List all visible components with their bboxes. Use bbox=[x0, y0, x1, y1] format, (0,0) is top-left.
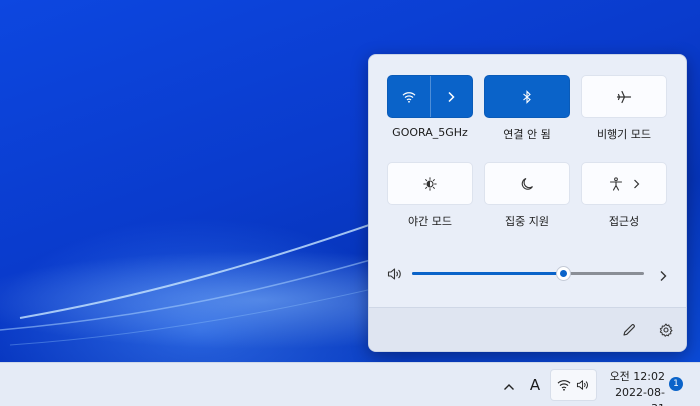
wifi-tile-label: GOORA_5GHz bbox=[392, 126, 468, 139]
show-hidden-icons-button[interactable] bbox=[499, 375, 519, 395]
audio-output-button[interactable] bbox=[659, 267, 667, 286]
pencil-icon[interactable] bbox=[622, 322, 636, 341]
wifi-networks-button[interactable] bbox=[431, 76, 473, 117]
chevron-right-icon bbox=[660, 271, 667, 281]
night-light-tile-label: 야간 모드 bbox=[408, 215, 452, 228]
chevron-right-icon bbox=[447, 91, 455, 103]
volume-slider[interactable] bbox=[412, 267, 644, 280]
bluetooth-tile-label: 연결 안 됨 bbox=[503, 128, 551, 141]
quick-settings-footer bbox=[369, 307, 686, 351]
speaker-icon bbox=[576, 376, 590, 395]
chevron-right-icon bbox=[633, 179, 640, 189]
network-volume-tray[interactable] bbox=[550, 369, 597, 401]
bluetooth-tile[interactable] bbox=[484, 75, 570, 118]
notification-badge[interactable]: 1 bbox=[669, 377, 683, 391]
taskbar: A 오전 12:02 2022-08-31 bbox=[0, 362, 700, 406]
accessibility-tile[interactable] bbox=[581, 162, 667, 205]
chevron-up-icon bbox=[503, 376, 515, 395]
airplane-mode-tile[interactable] bbox=[581, 75, 667, 118]
ime-indicator[interactable]: A bbox=[524, 374, 546, 396]
focus-assist-tile[interactable] bbox=[484, 162, 570, 205]
wifi-toggle[interactable] bbox=[388, 76, 430, 117]
taskbar-clock[interactable]: 오전 12:02 2022-08-31 bbox=[603, 369, 665, 406]
quick-settings-panel: GOORA_5GHz 연결 안 됨 비행기 모드 야간 모드 집중 지원 접근성 bbox=[368, 54, 687, 352]
bluetooth-icon bbox=[522, 89, 532, 104]
night-light-tile[interactable] bbox=[387, 162, 473, 205]
gear-icon[interactable] bbox=[659, 322, 673, 341]
speaker-icon[interactable] bbox=[387, 266, 403, 285]
wifi-icon bbox=[402, 91, 416, 103]
clock-date: 2022-08-31 bbox=[615, 386, 665, 406]
volume-slider-fill bbox=[412, 272, 563, 275]
moon-icon bbox=[520, 177, 534, 191]
wifi-icon bbox=[557, 376, 571, 395]
accessibility-icon bbox=[609, 176, 623, 191]
accessibility-tile-label: 접근성 bbox=[608, 215, 640, 228]
wifi-tile[interactable] bbox=[387, 75, 473, 118]
clock-time: 오전 12:02 bbox=[609, 370, 665, 383]
focus-assist-tile-label: 집중 지원 bbox=[505, 215, 549, 228]
volume-row bbox=[387, 265, 669, 281]
night-light-icon bbox=[423, 176, 437, 191]
airplane-icon bbox=[616, 90, 632, 104]
airplane-mode-tile-label: 비행기 모드 bbox=[596, 128, 652, 141]
volume-slider-thumb[interactable] bbox=[556, 267, 570, 280]
